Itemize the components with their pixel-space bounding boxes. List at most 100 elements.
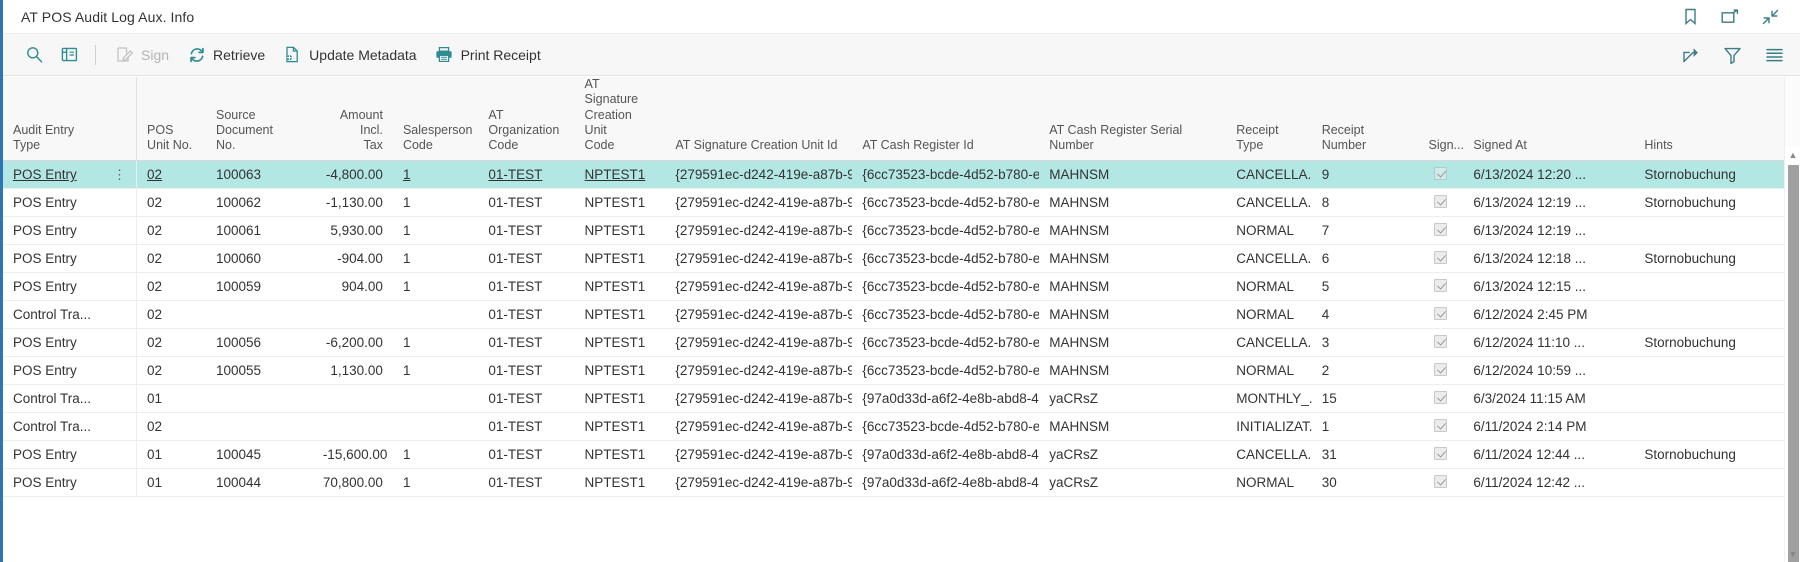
cell-at_signature_creation_unit_id[interactable]: {279591ec-d242-419e-a87b-98...: [665, 384, 853, 414]
cell-at_signature_creation_unit_code[interactable]: NPTEST1: [574, 244, 666, 274]
cell-at_signature_creation_unit_code[interactable]: NPTEST1: [574, 440, 666, 470]
cell-receipt_type[interactable]: NORMAL: [1226, 468, 1312, 498]
cell-at_cash_register_id[interactable]: {6cc73523-bcde-4d52-b780-e2...: [852, 244, 1040, 274]
cell-audit_entry_type[interactable]: POS Entry⋮: [3, 160, 137, 190]
table-row[interactable]: Control Tra...⋮ 02 01-TEST NPTEST1 {279591ec…: [3, 300, 1784, 330]
search-button[interactable]: [17, 41, 52, 68]
cell-signed_at[interactable]: 6/13/2024 12:15 ...: [1463, 272, 1635, 302]
signed-checkbox[interactable]: [1434, 306, 1448, 320]
cell-receipt_type[interactable]: CANCELLA...: [1226, 244, 1312, 274]
signed-checkbox[interactable]: [1434, 222, 1448, 236]
cell-at_signature_creation_unit_id[interactable]: {279591ec-d242-419e-a87b-98...: [665, 412, 853, 442]
cell-amount_incl_tax[interactable]: -6,200.00: [312, 328, 393, 358]
cell-source_document_no[interactable]: 100060: [205, 244, 313, 274]
cell-hints[interactable]: [1634, 384, 1784, 414]
col-header-amount-incl-tax[interactable]: Amount Incl. Tax: [312, 77, 393, 162]
open-in-new-window-icon[interactable]: [1720, 7, 1740, 27]
cell-receipt_type[interactable]: MONTHLY_...: [1226, 384, 1312, 414]
cell-at_signature_creation_unit_code[interactable]: NPTEST1: [574, 384, 666, 414]
cell-at_cash_register_serial_number[interactable]: MAHNSM: [1039, 328, 1227, 358]
signed-checkbox[interactable]: [1434, 334, 1448, 348]
cell-source_document_no[interactable]: 100044: [205, 468, 313, 498]
cell-at_signature_creation_unit_code[interactable]: NPTEST1: [574, 412, 666, 442]
col-header-receipt-number[interactable]: Receipt Number: [1311, 77, 1419, 162]
cell-at_signature_creation_unit_code[interactable]: NPTEST1: [574, 328, 666, 358]
cell-at_signature_creation_unit_id[interactable]: {279591ec-d242-419e-a87b-98...: [665, 216, 853, 246]
cell-signed[interactable]: [1418, 356, 1464, 386]
cell-pos_unit_no[interactable]: 02: [136, 244, 206, 274]
cell-audit_entry_type[interactable]: POS Entry⋮: [3, 216, 137, 246]
cell-hints[interactable]: [1634, 300, 1784, 330]
cell-hints[interactable]: [1634, 272, 1784, 302]
cell-at_cash_register_serial_number[interactable]: MAHNSM: [1039, 356, 1227, 386]
cell-at_cash_register_id[interactable]: {6cc73523-bcde-4d52-b780-e2...: [852, 412, 1040, 442]
table-row[interactable]: POS Entry⋮ 02 100061 5,930.00 1 01-TEST NPTEST…: [3, 216, 1784, 246]
cell-pos_unit_no[interactable]: 01: [136, 440, 206, 470]
cell-at_signature_creation_unit_id[interactable]: {279591ec-d242-419e-a87b-98...: [665, 272, 853, 302]
cell-at_organization_code[interactable]: 01-TEST: [478, 188, 575, 218]
cell-at_cash_register_serial_number[interactable]: MAHNSM: [1039, 300, 1227, 330]
cell-salesperson_code[interactable]: 1: [392, 468, 479, 498]
cell-source_document_no[interactable]: 100055: [205, 356, 313, 386]
cell-source_document_no[interactable]: [205, 300, 313, 330]
table-row[interactable]: POS Entry⋮ 01 100045 -15,600.00 1 01-TEST NPTE…: [3, 440, 1784, 470]
cell-audit_entry_type[interactable]: POS Entry⋮: [3, 328, 137, 358]
cell-salesperson_code[interactable]: [392, 384, 479, 414]
cell-at_signature_creation_unit_code[interactable]: NPTEST1: [574, 188, 666, 218]
cell-signed[interactable]: [1418, 216, 1464, 246]
cell-at_signature_creation_unit_id[interactable]: {279591ec-d242-419e-a87b-98...: [665, 356, 853, 386]
cell-source_document_no[interactable]: 100061: [205, 216, 313, 246]
cell-receipt_type[interactable]: NORMAL: [1226, 300, 1312, 330]
cell-signed[interactable]: [1418, 160, 1464, 190]
open-card-button[interactable]: [52, 41, 87, 68]
cell-salesperson_code[interactable]: [392, 412, 479, 442]
cell-signed[interactable]: [1418, 244, 1464, 274]
cell-hints[interactable]: [1634, 468, 1784, 498]
table-row[interactable]: Control Tra...⋮ 02 01-TEST NPTEST1 {279591ec…: [3, 412, 1784, 442]
cell-at_cash_register_serial_number[interactable]: yaCRsZ: [1039, 468, 1227, 498]
cell-source_document_no[interactable]: 100062: [205, 188, 313, 218]
cell-audit_entry_type[interactable]: POS Entry⋮: [3, 468, 137, 498]
cell-at_cash_register_serial_number[interactable]: MAHNSM: [1039, 412, 1227, 442]
cell-at_cash_register_serial_number[interactable]: MAHNSM: [1039, 160, 1227, 190]
cell-source_document_no[interactable]: [205, 384, 313, 414]
retrieve-button[interactable]: Retrieve: [178, 41, 274, 68]
row-menu-icon[interactable]: ⋮: [105, 168, 126, 181]
cell-amount_incl_tax[interactable]: 70,800.00: [312, 468, 393, 498]
cell-at_organization_code[interactable]: 01-TEST: [478, 356, 575, 386]
cell-amount_incl_tax[interactable]: -4,800.00: [312, 160, 393, 190]
scroll-up-arrow-icon[interactable]: ▲: [1785, 147, 1800, 163]
cell-audit_entry_type[interactable]: POS Entry⋮: [3, 356, 137, 386]
cell-at_cash_register_id[interactable]: {97a0d33d-a6f2-4e8b-abd8-45...: [852, 468, 1040, 498]
cell-at_cash_register_serial_number[interactable]: MAHNSM: [1039, 272, 1227, 302]
table-row[interactable]: POS Entry⋮ 02 100059 904.00 1 01-TEST NPTEST1 {…: [3, 272, 1784, 302]
cell-receipt_number[interactable]: 7: [1311, 216, 1419, 246]
signed-checkbox[interactable]: [1434, 194, 1448, 208]
cell-salesperson_code[interactable]: 1: [392, 160, 479, 190]
table-row[interactable]: Control Tra...⋮ 01 01-TEST NPTEST1 {279591ec…: [3, 384, 1784, 414]
col-header-at-signature-creation-unit-id[interactable]: AT Signature Creation Unit Id: [665, 77, 853, 162]
cell-receipt_type[interactable]: NORMAL: [1226, 216, 1312, 246]
signed-checkbox[interactable]: [1434, 418, 1448, 432]
col-header-at-organization-code[interactable]: AT Organization Code: [478, 77, 575, 162]
cell-receipt_type[interactable]: INITIALIZAT...: [1226, 412, 1312, 442]
cell-audit_entry_type[interactable]: POS Entry⋮: [3, 272, 137, 302]
table-row[interactable]: POS Entry⋮ 01 100044 70,800.00 1 01-TEST NPTES…: [3, 468, 1784, 498]
signed-checkbox[interactable]: [1434, 278, 1448, 292]
cell-signed_at[interactable]: 6/13/2024 12:19 ...: [1463, 216, 1635, 246]
table-row[interactable]: POS Entry⋮ 02 100062 -1,130.00 1 01-TEST NPTES…: [3, 188, 1784, 218]
cell-at_signature_creation_unit_id[interactable]: {279591ec-d242-419e-a87b-98...: [665, 468, 853, 498]
cell-salesperson_code[interactable]: 1: [392, 188, 479, 218]
cell-at_organization_code[interactable]: 01-TEST: [478, 244, 575, 274]
table-row[interactable]: POS Entry⋮ 02 100056 -6,200.00 1 01-TEST NPTES…: [3, 328, 1784, 358]
cell-pos_unit_no[interactable]: 02: [136, 356, 206, 386]
collapse-icon[interactable]: [1760, 7, 1780, 27]
cell-signed[interactable]: [1418, 440, 1464, 470]
cell-at_signature_creation_unit_id[interactable]: {279591ec-d242-419e-a87b-98...: [665, 300, 853, 330]
cell-pos_unit_no[interactable]: 02: [136, 188, 206, 218]
cell-hints[interactable]: Stornobuchung: [1634, 160, 1784, 190]
cell-hints[interactable]: Stornobuchung: [1634, 440, 1784, 470]
cell-at_signature_creation_unit_code[interactable]: NPTEST1: [574, 160, 666, 190]
cell-at_cash_register_serial_number[interactable]: yaCRsZ: [1039, 440, 1227, 470]
audit-log-grid[interactable]: Audit Entry Type POS Unit No. Source Doc…: [3, 77, 1800, 562]
